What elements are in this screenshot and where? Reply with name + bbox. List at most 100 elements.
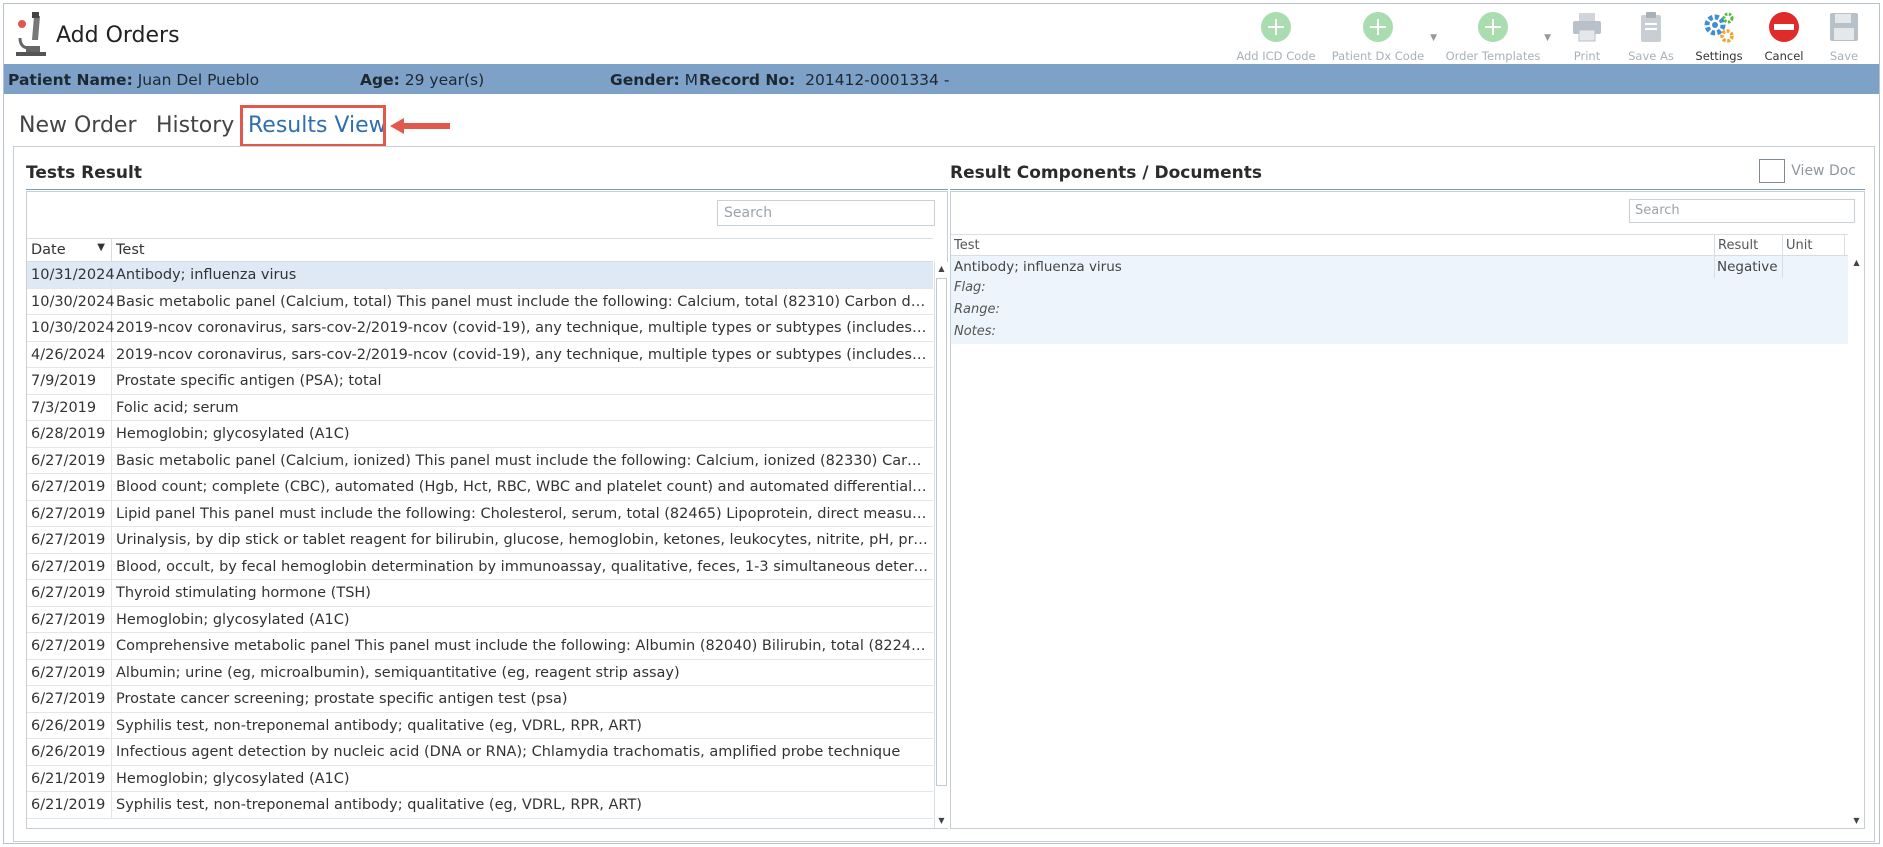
row-test-name: Basic metabolic panel (Calcium, ionized)… [116, 452, 933, 469]
table-row[interactable]: 6/27/2019 Albumin; urine (eg, microalbumi… [27, 659, 933, 686]
table-row[interactable]: 7/3/2019 Folic acid; serum [27, 394, 933, 421]
tab-history[interactable]: History [150, 109, 240, 142]
row-test-name: Folic acid; serum [116, 399, 239, 416]
scroll-up-icon[interactable]: ▲ [935, 262, 948, 276]
row-test-name: Syphilis test, non-treponemal antibody; … [116, 797, 642, 813]
range-label: Range: [954, 302, 1000, 317]
components-scrollbar[interactable]: ▲ ▼ [1850, 256, 1864, 828]
view-doc-toggle[interactable]: View Doc [1759, 159, 1856, 183]
app-title: Add Orders [56, 23, 180, 48]
printer-icon [1573, 13, 1601, 42]
column-header-result[interactable]: Result [1715, 235, 1783, 255]
table-row[interactable]: 6/26/2019 Syphilis test, non-treponemal a… [27, 712, 933, 739]
row-date: 6/27/2019 [27, 447, 112, 473]
table-row[interactable]: 6/27/2019 Comprehensive metabolic panel T… [27, 633, 933, 660]
tab-new-order[interactable]: New Order [13, 109, 143, 142]
save-button[interactable]: Save [1815, 7, 1873, 63]
row-date: 6/27/2019 [27, 606, 112, 632]
table-row[interactable]: 6/26/2019 Infectious agent detection by n… [27, 739, 933, 766]
column-separator [1714, 256, 1715, 278]
row-date: 6/27/2019 [27, 580, 112, 606]
column-header-test[interactable]: Test [951, 235, 1715, 255]
tab-highlight-box [240, 105, 386, 147]
chevron-down-icon[interactable]: ▼ [1430, 33, 1437, 43]
table-row[interactable]: 6/27/2019 Blood, occult, by fecal hemoglo… [27, 553, 933, 580]
add-icd-code-button[interactable]: Add ICD Code [1231, 7, 1321, 63]
scroll-up-icon[interactable]: ▲ [1850, 256, 1863, 270]
table-row[interactable]: 7/9/2019 Prostate specific antigen (PSA);… [27, 368, 933, 395]
component-row[interactable]: Antibody; influenza virus Negative [951, 256, 1848, 278]
row-date: 10/30/2024 [27, 315, 115, 341]
green-plus-icon [1478, 12, 1508, 42]
row-date: 6/28/2019 [27, 421, 112, 447]
table-row[interactable]: 6/27/2019 Thyroid stimulating hormone (TS… [27, 580, 933, 607]
table-row[interactable]: 6/21/2019 Hemoglobin; glycosylated (A1C) [27, 765, 933, 792]
print-button[interactable]: Print [1557, 7, 1617, 63]
row-test-name: Urinalysis, by dip stick or tablet reage… [116, 532, 933, 548]
floppy-disk-icon [1830, 13, 1858, 41]
table-row[interactable]: 6/27/2019 Lipid panel This panel must inc… [27, 500, 933, 527]
row-date: 6/27/2019 [27, 633, 112, 659]
patient-age: 29 year(s) [404, 71, 485, 89]
column-header-test[interactable]: Test [112, 239, 149, 261]
table-row[interactable]: 6/27/2019 Urinalysis, by dip stick or tab… [27, 527, 933, 554]
row-date: 7/3/2019 [27, 394, 112, 420]
table-row[interactable]: 6/21/2019 Syphilis test, non-treponemal a… [27, 792, 933, 819]
row-date: 10/30/2024 [27, 288, 115, 314]
column-header-unit[interactable]: Unit [1783, 235, 1845, 255]
tests-scrollbar[interactable]: ▲ ▼ [934, 262, 948, 828]
row-test-name: Prostate cancer screening; prostate spec… [116, 691, 568, 707]
settings-button[interactable]: Settings [1685, 7, 1753, 63]
row-test-name: Hemoglobin; glycosylated (A1C) [116, 611, 350, 628]
row-test-name: Infectious agent detection by nucleic ac… [116, 744, 901, 760]
save-as-button[interactable]: Save As [1617, 7, 1685, 63]
row-date: 6/27/2019 [27, 500, 112, 526]
patient-gender: M [684, 71, 699, 89]
table-row[interactable]: 4/26/2024 2019-ncov coronavirus, sars-cov… [27, 341, 933, 368]
components-search-input[interactable]: Search [1629, 199, 1855, 223]
scroll-down-icon[interactable]: ▼ [1850, 814, 1863, 828]
row-date: 7/9/2019 [27, 368, 112, 394]
scroll-thumb[interactable] [936, 278, 947, 786]
table-row[interactable]: 10/30/2024 2019-ncov coronavirus, sars-co… [27, 315, 933, 342]
chevron-down-icon[interactable]: ▼ [1544, 33, 1551, 43]
component-item[interactable]: Antibody; influenza virus Negative Flag:… [951, 256, 1848, 344]
flag-label: Flag: [954, 280, 986, 295]
result-components-title: Result Components / Documents [950, 163, 1263, 183]
row-date: 6/27/2019 [27, 686, 112, 712]
row-date: 6/27/2019 [27, 659, 112, 685]
app-window: Add Orders Add ICD Code Patient Dx Code … [3, 3, 1880, 844]
component-result-value: Negative [1717, 259, 1778, 275]
table-row[interactable]: 10/31/2024 Antibody; influenza virus [27, 262, 933, 289]
component-test-name: Antibody; influenza virus [954, 259, 1122, 275]
row-date: 6/27/2019 [27, 527, 112, 553]
tests-rows: 10/31/2024 Antibody; influenza virus 10/30… [27, 262, 933, 819]
gears-icon [1704, 12, 1734, 43]
tests-result-grid: Search Date ▼ Test 10/31/2024 Antibody; i… [26, 191, 948, 829]
table-row[interactable]: 10/30/2024 Basic metabolic panel (Calcium… [27, 288, 933, 315]
table-row[interactable]: 6/27/2019 Hemoglobin; glycosylated (A1C) [27, 606, 933, 633]
table-row[interactable]: 6/27/2019 Basic metabolic panel (Calcium,… [27, 447, 933, 474]
tests-result-title: Tests Result [26, 163, 142, 183]
green-plus-icon [1261, 12, 1291, 42]
order-templates-button[interactable]: Order Templates ▼ [1443, 7, 1551, 63]
row-test-name: Comprehensive metabolic panel This panel… [116, 638, 933, 654]
cancel-button[interactable]: Cancel [1753, 7, 1815, 63]
patient-dx-code-button[interactable]: Patient Dx Code ▼ [1327, 7, 1437, 63]
table-row[interactable]: 6/27/2019 Blood count; complete (CBC), au… [27, 474, 933, 501]
column-header-date[interactable]: Date ▼ [27, 239, 112, 261]
patient-info-bar: Patient Name: Juan Del Pueblo Age: 29 ye… [4, 64, 1879, 94]
table-row[interactable]: 6/27/2019 Prostate cancer screening; pros… [27, 686, 933, 713]
view-doc-checkbox[interactable] [1759, 159, 1786, 183]
row-test-name: 2019-ncov coronavirus, sars-cov-2/2019-n… [116, 346, 933, 363]
row-test-name: Lipid panel This panel must include the … [116, 505, 933, 522]
scroll-down-icon[interactable]: ▼ [935, 814, 948, 828]
row-date: 6/26/2019 [27, 739, 112, 765]
row-test-name: 2019-ncov coronavirus, sars-cov-2/2019-n… [116, 320, 933, 336]
row-date: 6/27/2019 [27, 553, 112, 579]
tests-search-input[interactable]: Search [717, 200, 935, 226]
row-date: 6/26/2019 [27, 712, 112, 738]
table-row[interactable]: 6/28/2019 Hemoglobin; glycosylated (A1C) [27, 421, 933, 448]
results-view-panel: Tests Result Result Components / Documen… [13, 146, 1875, 842]
column-separator [1782, 256, 1783, 278]
